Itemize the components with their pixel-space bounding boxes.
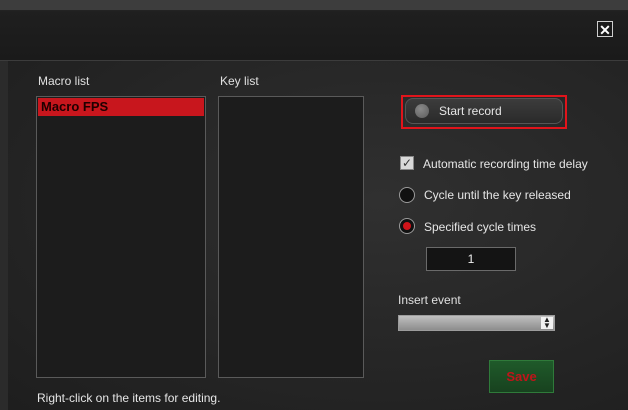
title-bar: ✕ [0,0,628,61]
auto-delay-checkbox[interactable]: ✓ [400,156,414,170]
key-list-label: Key list [220,74,259,88]
insert-event-select[interactable]: ▲ ▼ [398,315,555,331]
save-button[interactable]: Save [489,360,554,393]
specified-cycles-label: Specified cycle times [424,220,537,234]
close-icon: ✕ [599,22,611,38]
auto-delay-label: Automatic recording time delay [423,157,588,171]
insert-event-label: Insert event [398,293,461,307]
cycle-count-input[interactable]: 1 [426,247,516,271]
macro-list-item[interactable]: Macro FPS [38,98,204,116]
macro-list-label: Macro list [38,74,90,88]
start-record-button[interactable]: Start record [405,98,563,124]
close-button[interactable]: ✕ [597,21,613,38]
macro-list[interactable]: Macro FPS [36,96,206,378]
cycle-until-release-radio[interactable] [399,187,415,203]
start-record-label: Start record [439,104,502,118]
edit-hint: Right-click on the items for editing. [37,391,221,405]
updown-arrow-icon: ▲ ▼ [541,316,553,330]
cycle-until-release-label: Cycle until the key released [424,188,571,202]
key-list[interactable] [218,96,364,378]
window-top-strip [0,0,628,10]
specified-cycles-radio[interactable] [399,218,415,234]
record-icon [415,104,429,118]
